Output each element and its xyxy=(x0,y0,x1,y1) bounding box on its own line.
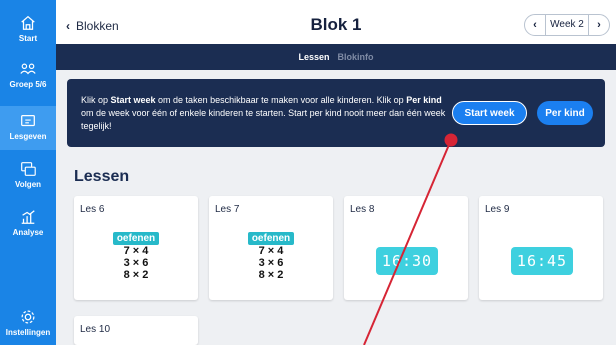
sidebar-item-label: Start xyxy=(18,34,38,43)
per-kind-button[interactable]: Per kind xyxy=(537,101,593,125)
start-week-button[interactable]: Start week xyxy=(452,101,527,125)
oefenen-badge: oefenen xyxy=(112,232,160,245)
home-icon xyxy=(21,15,35,30)
previous-week-button[interactable]: ‹ xyxy=(525,19,545,31)
lesson-card[interactable]: Les 10 xyxy=(74,316,198,345)
info-text: Klik op Start week om de taken beschikba… xyxy=(81,95,446,131)
sidebar-item-lesgeven[interactable]: Lesgeven xyxy=(0,106,56,150)
sidebar-item-label: Instellingen xyxy=(5,328,51,337)
sidebar-item-volgen[interactable]: Volgen xyxy=(0,160,56,189)
teach-icon xyxy=(21,114,35,127)
info-banner: Klik op Start week om de taken beschikba… xyxy=(67,79,605,147)
sum-text: 3 × 6 xyxy=(258,257,284,269)
tab-lessen[interactable]: Lessen xyxy=(298,52,329,62)
tab-bar: Lessen Blokinfo xyxy=(56,44,616,70)
lesson-card[interactable]: Les 9 16:45 xyxy=(479,196,603,300)
digital-clock: 16:30 xyxy=(376,247,438,275)
lesson-label: Les 8 xyxy=(350,204,375,215)
lesson-label: Les 6 xyxy=(80,204,105,215)
sidebar-item-label: Analyse xyxy=(12,228,44,237)
lesson-label: Les 9 xyxy=(485,204,510,215)
week-navigator: ‹ Week 2 › xyxy=(524,14,610,36)
sidebar-item-start[interactable]: Start xyxy=(0,14,56,43)
chart-icon xyxy=(21,210,35,224)
section-title: Lessen xyxy=(74,168,130,185)
next-week-button[interactable]: › xyxy=(589,19,609,31)
sum-text: 8 × 2 xyxy=(123,269,149,281)
sum-text: 7 × 4 xyxy=(258,245,284,257)
group-icon xyxy=(20,63,36,75)
lesson-card[interactable]: Les 7 oefenen 7 × 4 3 × 6 8 × 2 xyxy=(209,196,333,300)
sidebar-item-label: Volgen xyxy=(14,180,42,189)
clock-time: 16:30 xyxy=(381,252,433,270)
digital-clock: 16:45 xyxy=(511,247,573,275)
follow-icon xyxy=(21,162,36,176)
header: ‹ Blokken Blok 1 ‹ Week 2 › xyxy=(56,0,616,44)
gear-icon xyxy=(21,310,35,324)
tab-blokinfo[interactable]: Blokinfo xyxy=(338,52,374,62)
sum-text: 3 × 6 xyxy=(123,257,149,269)
sidebar-item-instellingen[interactable]: Instellingen xyxy=(0,308,56,337)
sum-text: 8 × 2 xyxy=(258,269,284,281)
sidebar-item-analyse[interactable]: Analyse xyxy=(0,208,56,237)
sidebar-item-groep[interactable]: Groep 5/6 xyxy=(0,60,56,89)
lesson-label: Les 10 xyxy=(80,324,111,335)
lesson-card[interactable]: Les 8 16:30 xyxy=(344,196,468,300)
sidebar: Start Groep 5/6 Lesgeven Volgen Analyse … xyxy=(0,0,56,345)
oefenen-badge: oefenen xyxy=(247,232,295,245)
back-label: Blokken xyxy=(76,19,119,33)
week-label: Week 2 xyxy=(545,15,589,35)
clock-time: 16:45 xyxy=(516,252,568,270)
lesson-label: Les 7 xyxy=(215,204,240,215)
sidebar-item-label: Lesgeven xyxy=(9,132,47,141)
lesson-card[interactable]: Les 6 oefenen 7 × 4 3 × 6 8 × 2 xyxy=(74,196,198,300)
chevron-left-icon: ‹ xyxy=(66,19,70,33)
sum-text: 7 × 4 xyxy=(123,245,149,257)
sidebar-item-label: Groep 5/6 xyxy=(9,80,47,89)
back-link[interactable]: ‹ Blokken xyxy=(66,19,119,33)
